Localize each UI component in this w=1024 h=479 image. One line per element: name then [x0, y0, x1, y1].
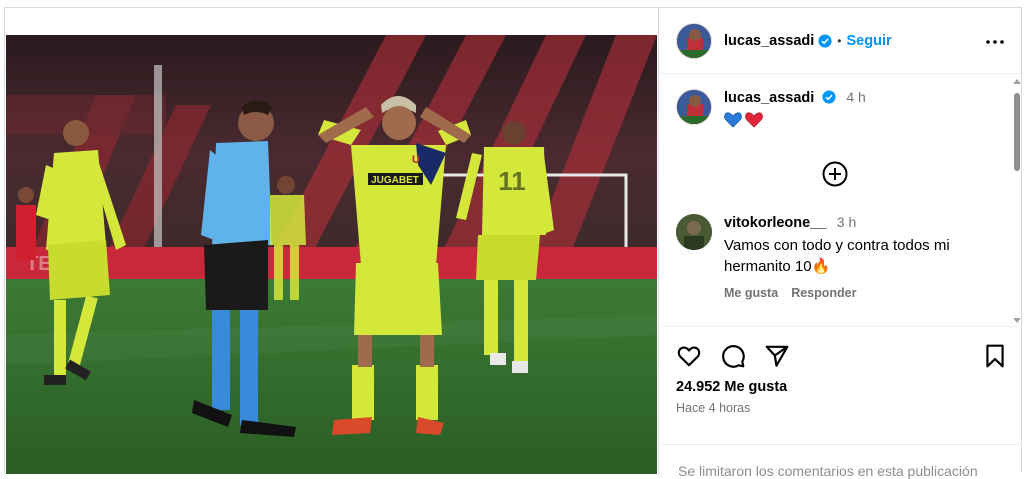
- jersey-sponsor: JUGABET: [371, 175, 419, 186]
- comments-limited-text: Se limitaron los comentarios en esta pub…: [678, 463, 978, 479]
- caption-time[interactable]: 4 h: [846, 89, 865, 105]
- scroll-up-arrow-icon[interactable]: [1013, 79, 1021, 84]
- avatar-image: [676, 214, 712, 250]
- post-sidebar: lucas_assadi • Seguir lucas_assadi 4 h v…: [658, 8, 1023, 479]
- load-more-comments-icon[interactable]: [821, 160, 849, 188]
- scroll-down-arrow-icon[interactable]: [1013, 318, 1021, 323]
- more-options-icon[interactable]: [983, 30, 1007, 54]
- author-username[interactable]: lucas_assadi: [724, 33, 814, 49]
- comments-scroll-area[interactable]: lucas_assadi 4 h vitokorleone__ 3 h Vamo…: [659, 75, 1023, 327]
- post-photo[interactable]: TEL JUGABET U 11: [6, 35, 657, 474]
- post-header: lucas_assadi • Seguir: [659, 8, 1023, 74]
- comment-reply-button[interactable]: Responder: [791, 286, 856, 300]
- save-bookmark-icon[interactable]: [982, 343, 1008, 369]
- header-separator: •: [837, 33, 842, 48]
- jersey-badge: U: [412, 154, 420, 166]
- comment-time[interactable]: 3 h: [837, 214, 856, 230]
- commenter-avatar[interactable]: [676, 214, 712, 250]
- comment-item: vitokorleone__ 3 h Vamos con todo y cont…: [676, 214, 1004, 300]
- football-photo: TEL JUGABET U 11: [6, 35, 657, 474]
- comments-limited-notice: Se limitaron los comentarios en esta pub…: [659, 444, 1023, 479]
- follow-button[interactable]: Seguir: [847, 33, 892, 49]
- post-actions: [659, 328, 1023, 383]
- comments-scrollbar[interactable]: [1013, 77, 1021, 325]
- caption-avatar[interactable]: [676, 89, 712, 125]
- blue-heart-icon: [724, 112, 742, 128]
- caption-username[interactable]: lucas_assadi: [724, 90, 814, 106]
- author-avatar[interactable]: [676, 22, 712, 59]
- verified-badge-icon: [822, 90, 836, 104]
- comment-bubble-icon[interactable]: [720, 343, 746, 369]
- post-caption: lucas_assadi 4 h: [676, 89, 866, 128]
- post-timestamp[interactable]: Hace 4 horas: [676, 401, 750, 415]
- post-modal: TEL JUGABET U 11 lucas_assadi • Seguir l…: [4, 7, 1023, 479]
- red-heart-icon: [745, 112, 763, 128]
- comment-username[interactable]: vitokorleone__: [724, 215, 826, 231]
- avatar-image: [677, 90, 711, 124]
- likes-count[interactable]: 24.952 Me gusta: [676, 379, 787, 395]
- comment-text: Vamos con todo y contra todos mi hermani…: [724, 237, 950, 275]
- comment-like-button[interactable]: Me gusta: [724, 286, 778, 300]
- scrollbar-thumb[interactable]: [1014, 93, 1020, 171]
- verified-badge-icon: [818, 33, 832, 48]
- like-heart-icon[interactable]: [676, 343, 702, 369]
- svg-text:11: 11: [498, 166, 526, 196]
- share-send-icon[interactable]: [764, 343, 790, 369]
- post-media: TEL JUGABET U 11: [5, 8, 658, 474]
- avatar-image: [677, 23, 711, 58]
- caption-emojis: [724, 112, 866, 128]
